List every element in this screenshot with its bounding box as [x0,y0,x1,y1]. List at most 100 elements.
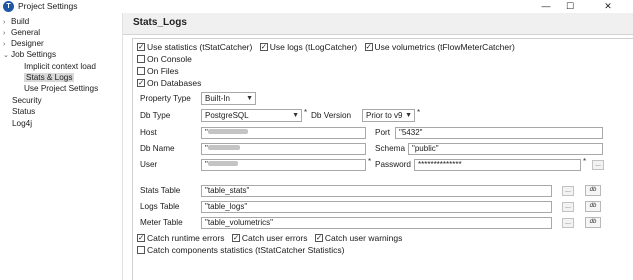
meter-table-input[interactable]: "table_volumetrics" [201,217,552,229]
checkbox-checked-icon[interactable] [314,234,323,242]
port-label: Port [375,128,391,137]
tree-item-build[interactable]: › Build [3,16,29,27]
settings-tree: › Build › General › Designer ⌄ Job Settings … [0,13,122,280]
required-marker: * [417,108,421,117]
settings-panel: Stats_Logs Use statistics (tStatCatcher)… [123,13,633,280]
on-console-checkbox[interactable]: On Console [137,54,192,65]
db-name-input[interactable]: " [201,143,366,155]
checkbox-checked-icon[interactable] [259,43,268,51]
catch-user-warnings-checkbox[interactable]: Catch user warnings [314,233,403,244]
password-input[interactable]: ************** [414,159,581,171]
db-version-label: Db Version [311,111,352,120]
on-databases-checkbox[interactable]: On Databases [137,78,201,89]
meter-table-db-button[interactable]: db [585,217,601,228]
checkbox-label: Use volumetrics (tFlowMeterCatcher) [374,42,515,52]
db-version-select[interactable]: Prior to v9 ▼ [362,109,415,122]
chevron-down-icon[interactable]: ▼ [405,110,412,121]
schema-input[interactable]: "public" [408,143,603,155]
tree-item-label: Build [11,17,30,26]
property-type-label: Property Type [140,94,191,103]
password-label: Password [375,160,411,169]
minimize-button[interactable]: — [534,0,558,13]
property-type-select[interactable]: Built-In ▼ [201,92,256,105]
stats-table-db-button[interactable]: db [585,185,601,196]
required-marker: * [368,157,372,166]
title-bar: T Project Settings — ☐ ✕ [0,0,633,13]
tree-item-stats-logs[interactable]: Stats & Logs [24,72,75,83]
checkbox-checked-icon[interactable] [137,234,145,242]
tree-item-label: Stats & Logs [24,73,75,82]
checkbox-label: Catch components statistics (tStatCatche… [147,245,345,255]
meter-table-label: Meter Table [140,218,183,227]
checkbox-checked-icon[interactable] [137,79,145,87]
select-value: PostgreSQL [205,111,249,120]
chevron-down-icon[interactable]: ⌄ [3,50,11,61]
stats-table-browse-button[interactable]: ... [562,186,574,196]
panel-header: Stats_Logs [123,13,633,35]
meter-table-browse-button[interactable]: ... [562,218,574,228]
checkbox-label: On Files [147,66,179,76]
checkbox-label: Catch user warnings [324,233,403,243]
password-browse-button[interactable]: ... [592,160,604,170]
catch-components-statistics-checkbox[interactable]: Catch components statistics (tStatCatche… [137,245,344,256]
checkbox-checked-icon[interactable] [231,234,240,242]
tree-item-label: Job Settings [11,50,57,59]
window-title: Project Settings [18,1,78,11]
checkbox-checked-icon[interactable] [364,43,373,51]
redacted-text [207,161,238,166]
tree-item-use-project-settings[interactable]: Use Project Settings [24,83,98,94]
close-button[interactable]: ✕ [596,0,620,13]
stats-logs-form: Use statistics (tStatCatcher) Use logs (… [132,38,633,280]
chevron-down-icon[interactable]: ▼ [246,93,253,104]
tree-item-status[interactable]: Status [12,106,35,117]
stats-table-label: Stats Table [140,186,181,195]
tree-item-implicit-context-load[interactable]: Implicit context load [24,61,96,72]
checkbox-unchecked-icon[interactable] [137,67,145,75]
db-type-select[interactable]: PostgreSQL ▼ [201,109,302,122]
select-value: Prior to v9 [366,111,403,120]
app-logo-icon: T [3,1,14,12]
use-statistics-checkbox[interactable]: Use statistics (tStatCatcher) [137,42,252,53]
db-name-label: Db Name [140,144,175,153]
tree-item-label: Security [12,96,42,105]
checkbox-label: Catch user errors [241,233,308,243]
logs-table-browse-button[interactable]: ... [562,202,574,212]
tree-item-label: General [11,28,41,37]
on-files-checkbox[interactable]: On Files [137,66,179,77]
catch-user-errors-checkbox[interactable]: Catch user errors [231,233,308,244]
page-title: Stats_Logs [133,17,187,28]
host-input[interactable]: " [201,127,366,139]
select-value: Built-In [205,94,230,103]
required-marker: * [304,108,308,117]
logs-table-input[interactable]: "table_logs" [201,201,552,213]
catcher-options-row: Use statistics (tStatCatcher) Use logs (… [137,42,520,53]
checkbox-unchecked-icon[interactable] [137,246,145,254]
use-logs-checkbox[interactable]: Use logs (tLogCatcher) [259,42,358,53]
logs-table-label: Logs Table [140,202,180,211]
tree-item-label: Implicit context load [24,62,96,71]
catch-options-row: Catch runtime errors Catch user errors C… [137,233,407,244]
tree-item-label: Designer [11,39,44,48]
tree-item-log4j[interactable]: Log4j [12,118,32,129]
user-input[interactable]: " [201,159,366,171]
required-marker: * [583,157,587,166]
logs-table-db-button[interactable]: db [585,201,601,212]
tree-item-designer[interactable]: › Designer [3,38,44,49]
use-volumetrics-checkbox[interactable]: Use volumetrics (tFlowMeterCatcher) [364,42,515,53]
chevron-down-icon[interactable]: ▼ [292,110,299,121]
tree-item-job-settings[interactable]: ⌄ Job Settings [3,49,56,60]
checkbox-unchecked-icon[interactable] [137,55,145,63]
maximize-button[interactable]: ☐ [558,0,582,13]
checkbox-checked-icon[interactable] [137,43,145,51]
tree-item-label: Log4j [12,119,33,128]
redacted-text [207,129,248,134]
tree-item-security[interactable]: Security [12,95,42,106]
tree-item-general[interactable]: › General [3,27,40,38]
catch-runtime-errors-checkbox[interactable]: Catch runtime errors [137,233,224,244]
checkbox-label: Use logs (tLogCatcher) [269,42,358,52]
checkbox-label: On Console [147,54,192,64]
checkbox-label: Catch runtime errors [147,233,225,243]
stats-table-input[interactable]: "table_stats" [201,185,552,197]
port-input[interactable]: "5432" [395,127,603,139]
redacted-text [207,145,240,150]
